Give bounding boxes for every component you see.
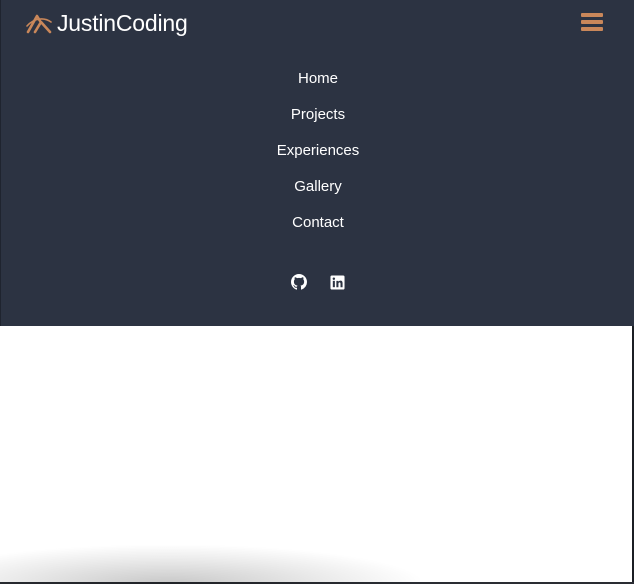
social-links xyxy=(1,274,634,294)
nav-item-gallery: Gallery xyxy=(1,168,634,204)
nav-link-gallery[interactable]: Gallery xyxy=(294,178,342,195)
nav-link-experiences[interactable]: Experiences xyxy=(277,142,360,159)
page: JustinCoding Home Projects Experiences G… xyxy=(0,0,634,584)
nav-item-experiences: Experiences xyxy=(1,132,634,168)
brand-link[interactable]: JustinCoding xyxy=(26,9,188,37)
navbar: JustinCoding Home Projects Experiences G… xyxy=(0,0,634,326)
bottom-shadow xyxy=(0,545,420,584)
nav-menu: Home Projects Experiences Gallery Contac… xyxy=(1,60,634,240)
github-icon[interactable] xyxy=(290,274,307,290)
nav-item-projects: Projects xyxy=(1,96,634,132)
nav-link-contact[interactable]: Contact xyxy=(292,214,344,231)
hamburger-menu-icon[interactable] xyxy=(581,12,603,32)
nav-item-contact: Contact xyxy=(1,204,634,240)
brand-name: JustinCoding xyxy=(57,9,188,36)
nav-link-projects[interactable]: Projects xyxy=(291,106,345,123)
nav-item-home: Home xyxy=(1,60,634,96)
linkedin-icon[interactable] xyxy=(330,274,346,290)
nav-link-home[interactable]: Home xyxy=(298,70,338,87)
mountain-logo-icon xyxy=(26,12,52,34)
